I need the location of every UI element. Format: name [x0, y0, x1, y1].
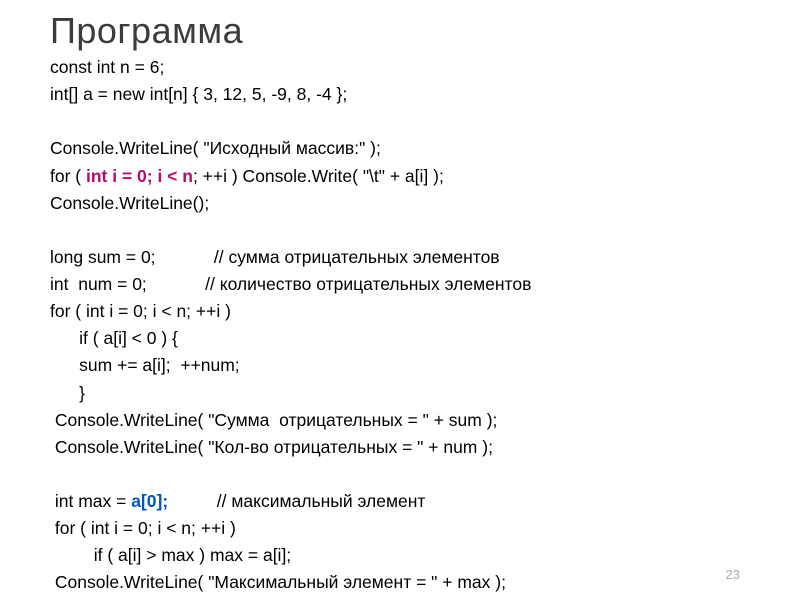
code-line: for ( int i = 0; i < n; ++i ) Console.Wr… — [50, 166, 444, 186]
code-line: long sum = 0; // сумма отрицательных эле… — [50, 247, 500, 267]
code-line: for ( int i = 0; i < n; ++i ) — [50, 301, 231, 321]
highlight-loop: int i = 0; i < n — [86, 166, 193, 186]
highlight-max: a[0]; — [131, 491, 168, 511]
code-block: const int n = 6; int[] a = new int[n] { … — [50, 54, 750, 597]
page-number: 23 — [726, 567, 740, 582]
code-line: const int n = 6; — [50, 57, 164, 77]
code-line: int[] a = new int[n] { 3, 12, 5, -9, 8, … — [50, 84, 347, 104]
code-line: Console.WriteLine( "Сумма отрицательных … — [50, 410, 497, 430]
code-line: int num = 0; // количество отрицательных… — [50, 274, 531, 294]
code-line: Console.WriteLine( "Кол-во отрицательных… — [50, 437, 493, 457]
code-line: int max = a[0]; // максимальный элемент — [50, 491, 425, 511]
slide: Программа const int n = 6; int[] a = new… — [0, 0, 800, 600]
code-line: Console.WriteLine(); — [50, 193, 209, 213]
code-line: for ( int i = 0; i < n; ++i ) — [50, 518, 236, 538]
code-line: if ( a[i] < 0 ) { — [50, 328, 178, 348]
code-line: sum += a[i]; ++num; — [50, 355, 240, 375]
code-line: Console.WriteLine( "Исходный массив:" ); — [50, 138, 381, 158]
code-line: if ( a[i] > max ) max = a[i]; — [50, 545, 291, 565]
slide-title: Программа — [50, 10, 750, 52]
code-line: Console.WriteLine( "Максимальный элемент… — [50, 572, 506, 592]
code-line: } — [50, 383, 85, 403]
